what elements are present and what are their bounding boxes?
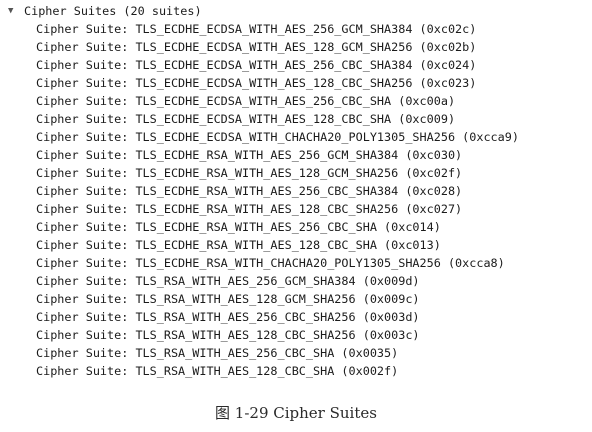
- cipher-suite-value: TLS_ECDHE_ECDSA_WITH_AES_256_CBC_SHA384 …: [135, 58, 477, 72]
- cipher-suite-value: TLS_RSA_WITH_AES_256_CBC_SHA (0x0035): [135, 346, 399, 360]
- cipher-suite-value: TLS_RSA_WITH_AES_128_CBC_SHA (0x002f): [135, 364, 399, 378]
- cipher-suite-prefix: Cipher Suite:: [36, 220, 136, 234]
- cipher-suite-row[interactable]: Cipher Suite: TLS_ECDHE_ECDSA_WITH_AES_1…: [36, 38, 519, 56]
- cipher-suite-row[interactable]: Cipher Suite: TLS_ECDHE_RSA_WITH_AES_256…: [36, 146, 519, 164]
- cipher-suite-value: TLS_ECDHE_ECDSA_WITH_AES_128_CBC_SHA256 …: [135, 76, 477, 90]
- cipher-suites-node[interactable]: ▼ Cipher Suites (20 suites): [8, 2, 519, 20]
- cipher-suite-value: TLS_RSA_WITH_AES_256_CBC_SHA256 (0x003d): [135, 310, 420, 324]
- cipher-suite-row[interactable]: Cipher Suite: TLS_ECDHE_RSA_WITH_AES_256…: [36, 218, 519, 236]
- cipher-suite-row[interactable]: Cipher Suite: TLS_ECDHE_RSA_WITH_AES_128…: [36, 200, 519, 218]
- cipher-suite-list: Cipher Suite: TLS_ECDHE_ECDSA_WITH_AES_2…: [8, 20, 519, 380]
- cipher-suite-value: TLS_ECDHE_ECDSA_WITH_CHACHA20_POLY1305_S…: [135, 130, 519, 144]
- cipher-suite-row[interactable]: Cipher Suite: TLS_RSA_WITH_AES_256_CBC_S…: [36, 308, 519, 326]
- cipher-suite-row[interactable]: Cipher Suite: TLS_ECDHE_RSA_WITH_AES_128…: [36, 164, 519, 182]
- cipher-suite-row[interactable]: Cipher Suite: TLS_ECDHE_ECDSA_WITH_AES_2…: [36, 92, 519, 110]
- cipher-suite-prefix: Cipher Suite:: [36, 202, 136, 216]
- cipher-suite-prefix: Cipher Suite:: [36, 292, 136, 306]
- cipher-suite-prefix: Cipher Suite:: [36, 22, 136, 36]
- cipher-suite-value: TLS_RSA_WITH_AES_256_GCM_SHA384 (0x009d): [135, 274, 420, 288]
- cipher-suite-value: TLS_RSA_WITH_AES_128_GCM_SHA256 (0x009c): [135, 292, 420, 306]
- triangle-down-icon[interactable]: ▼: [8, 2, 24, 20]
- cipher-suite-value: TLS_ECDHE_RSA_WITH_AES_128_CBC_SHA256 (0…: [135, 202, 463, 216]
- cipher-suite-prefix: Cipher Suite:: [36, 238, 136, 252]
- cipher-suite-row[interactable]: Cipher Suite: TLS_ECDHE_RSA_WITH_AES_128…: [36, 236, 519, 254]
- cipher-suite-value: TLS_ECDHE_RSA_WITH_CHACHA20_POLY1305_SHA…: [135, 256, 505, 270]
- cipher-suite-row[interactable]: Cipher Suite: TLS_RSA_WITH_AES_128_GCM_S…: [36, 290, 519, 308]
- cipher-suite-row[interactable]: Cipher Suite: TLS_ECDHE_ECDSA_WITH_AES_2…: [36, 20, 519, 38]
- cipher-suite-prefix: Cipher Suite:: [36, 256, 136, 270]
- cipher-suite-prefix: Cipher Suite:: [36, 148, 136, 162]
- cipher-suite-prefix: Cipher Suite:: [36, 346, 136, 360]
- cipher-suite-value: TLS_ECDHE_RSA_WITH_AES_128_CBC_SHA (0xc0…: [135, 238, 441, 252]
- cipher-suite-prefix: Cipher Suite:: [36, 166, 136, 180]
- cipher-suite-prefix: Cipher Suite:: [36, 274, 136, 288]
- cipher-suite-value: TLS_ECDHE_RSA_WITH_AES_256_CBC_SHA384 (0…: [135, 184, 463, 198]
- cipher-suite-prefix: Cipher Suite:: [36, 58, 136, 72]
- cipher-suites-node-label: Cipher Suites (20 suites): [24, 4, 202, 18]
- cipher-suite-row[interactable]: Cipher Suite: TLS_RSA_WITH_AES_128_CBC_S…: [36, 362, 519, 380]
- cipher-suite-prefix: Cipher Suite:: [36, 328, 136, 342]
- cipher-suite-row[interactable]: Cipher Suite: TLS_RSA_WITH_AES_256_GCM_S…: [36, 272, 519, 290]
- cipher-suite-row[interactable]: Cipher Suite: TLS_ECDHE_RSA_WITH_CHACHA2…: [36, 254, 519, 272]
- cipher-suite-value: TLS_ECDHE_RSA_WITH_AES_256_CBC_SHA (0xc0…: [135, 220, 441, 234]
- cipher-suite-value: TLS_ECDHE_RSA_WITH_AES_128_GCM_SHA256 (0…: [135, 166, 463, 180]
- cipher-suite-row[interactable]: Cipher Suite: TLS_RSA_WITH_AES_256_CBC_S…: [36, 344, 519, 362]
- cipher-suite-prefix: Cipher Suite:: [36, 364, 136, 378]
- cipher-suite-row[interactable]: Cipher Suite: TLS_ECDHE_ECDSA_WITH_AES_1…: [36, 110, 519, 128]
- cipher-suite-value: TLS_ECDHE_ECDSA_WITH_AES_128_CBC_SHA (0x…: [135, 112, 456, 126]
- cipher-suite-prefix: Cipher Suite:: [36, 184, 136, 198]
- cipher-suite-value: TLS_ECDHE_RSA_WITH_AES_256_GCM_SHA384 (0…: [135, 148, 463, 162]
- cipher-suite-value: TLS_RSA_WITH_AES_128_CBC_SHA256 (0x003c): [135, 328, 420, 342]
- cipher-suite-prefix: Cipher Suite:: [36, 76, 136, 90]
- cipher-suite-value: TLS_ECDHE_ECDSA_WITH_AES_256_CBC_SHA (0x…: [135, 94, 456, 108]
- cipher-suite-prefix: Cipher Suite:: [36, 112, 136, 126]
- cipher-suite-value: TLS_ECDHE_ECDSA_WITH_AES_256_GCM_SHA384 …: [135, 22, 477, 36]
- cipher-suite-prefix: Cipher Suite:: [36, 94, 136, 108]
- cipher-suite-row[interactable]: Cipher Suite: TLS_ECDHE_RSA_WITH_AES_256…: [36, 182, 519, 200]
- cipher-suite-prefix: Cipher Suite:: [36, 40, 136, 54]
- cipher-suites-tree: ▼ Cipher Suites (20 suites) Cipher Suite…: [8, 2, 519, 380]
- cipher-suite-value: TLS_ECDHE_ECDSA_WITH_AES_128_GCM_SHA256 …: [135, 40, 477, 54]
- cipher-suite-prefix: Cipher Suite:: [36, 130, 136, 144]
- cipher-suite-prefix: Cipher Suite:: [36, 310, 136, 324]
- cipher-suite-row[interactable]: Cipher Suite: TLS_ECDHE_ECDSA_WITH_CHACH…: [36, 128, 519, 146]
- figure-caption: 图 1-29 Cipher Suites: [215, 404, 377, 422]
- cipher-suite-row[interactable]: Cipher Suite: TLS_ECDHE_ECDSA_WITH_AES_2…: [36, 56, 519, 74]
- cipher-suite-row[interactable]: Cipher Suite: TLS_RSA_WITH_AES_128_CBC_S…: [36, 326, 519, 344]
- cipher-suite-row[interactable]: Cipher Suite: TLS_ECDHE_ECDSA_WITH_AES_1…: [36, 74, 519, 92]
